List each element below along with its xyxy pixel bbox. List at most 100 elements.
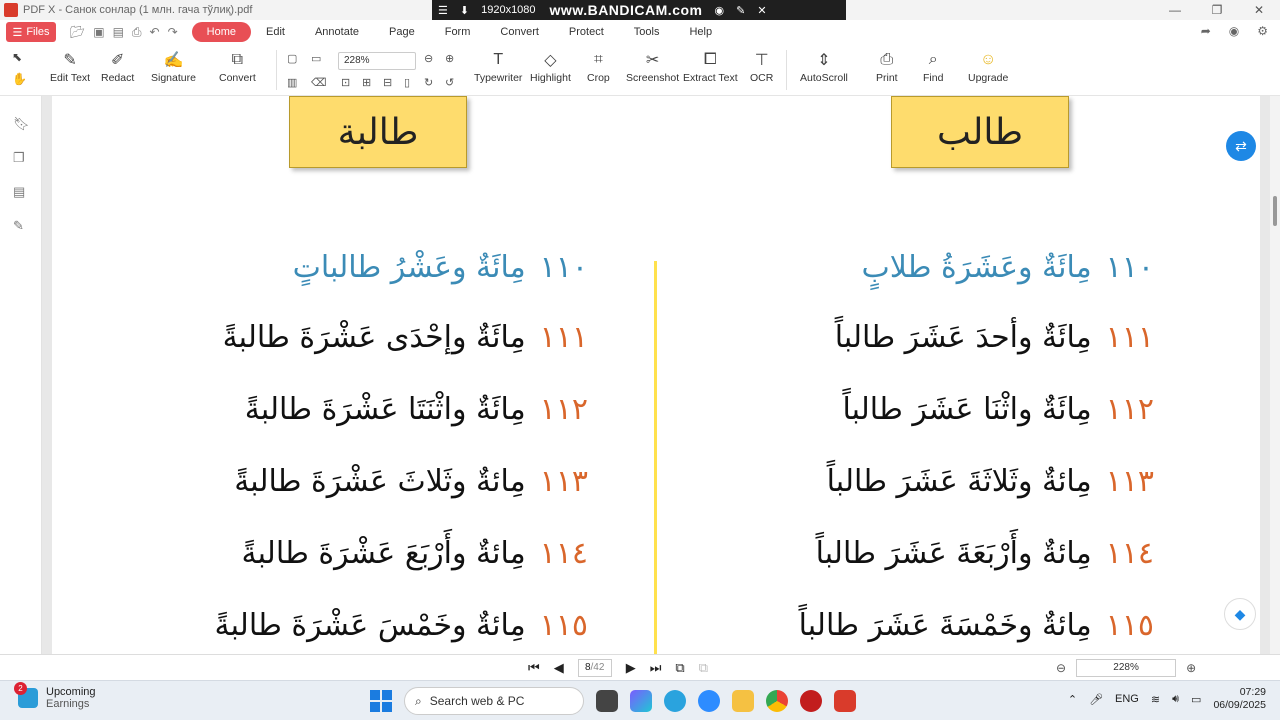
save-as-icon[interactable]: ▤ xyxy=(113,25,124,40)
fit-page-icon[interactable]: ⊞ xyxy=(362,76,371,89)
fit-width-icon[interactable]: ⊟ xyxy=(383,76,392,89)
ocr-tool[interactable]: ⊤ OCR xyxy=(750,48,773,84)
menu-form[interactable]: Form xyxy=(430,22,486,42)
recorder-close-icon[interactable]: ✕ xyxy=(757,4,766,17)
pdfx-icon[interactable] xyxy=(834,690,856,712)
single-page-icon[interactable]: ▢ xyxy=(287,52,297,65)
comments-icon[interactable]: ▤ xyxy=(13,184,25,200)
files-button[interactable]: ☰ Files xyxy=(6,22,56,42)
fit-visible-icon[interactable]: ▯ xyxy=(404,76,410,89)
undo-icon[interactable]: ↶ xyxy=(150,25,160,40)
select-icon[interactable]: ⬉ xyxy=(12,50,27,64)
find-tool[interactable]: ⌕ Find xyxy=(923,48,943,84)
settings-icon[interactable]: ⚙ xyxy=(1257,24,1268,38)
menu-page[interactable]: Page xyxy=(374,22,430,42)
translate-icon[interactable]: ⇄ xyxy=(1226,131,1256,161)
rotate-right-icon[interactable]: ↻ xyxy=(424,76,433,89)
extract-text-tool[interactable]: ⧠ Extract Text xyxy=(683,48,738,84)
telegram-icon[interactable] xyxy=(664,690,686,712)
minimize-icon[interactable]: — xyxy=(1154,0,1196,20)
left-line-112: ١١٢مِائَةٌ واثْنَتَا عَشْرَةَ طالبةً xyxy=(244,392,588,427)
next-page-icon[interactable]: ▶ xyxy=(626,660,636,676)
page-number-field[interactable]: 8/42 xyxy=(577,659,612,677)
bandicam-icon[interactable] xyxy=(800,690,822,712)
signature-tool[interactable]: ✍ Signature xyxy=(151,48,196,84)
menu-icon[interactable]: ☰ xyxy=(438,4,448,17)
convert-tool[interactable]: ⧉ Convert xyxy=(219,48,256,84)
microphone-icon[interactable]: 🎤︎ xyxy=(1089,693,1103,706)
prev-page-icon[interactable]: ◀ xyxy=(554,660,564,676)
left-sidebar: 🔖︎ ❐ ▤ ✎ ⌄ xyxy=(0,96,42,671)
trash-icon[interactable]: ⌫ xyxy=(311,76,327,89)
status-zoom-out-icon[interactable]: ⊖ xyxy=(1056,661,1066,675)
chrome-icon[interactable] xyxy=(766,690,788,712)
scroll-thumb[interactable] xyxy=(1273,196,1277,226)
wifi-icon[interactable]: ≋ xyxy=(1151,693,1160,706)
vertical-scrollbar[interactable] xyxy=(1270,96,1280,654)
menu-tools[interactable]: Tools xyxy=(619,22,675,42)
document-area[interactable]: طالبة طالب ١١٠مِائَةٌ وعَشْرُ طالباتٍ ١١… xyxy=(42,96,1270,654)
battery-icon[interactable]: ▭ xyxy=(1191,693,1201,706)
menu-protect[interactable]: Protect xyxy=(554,22,619,42)
tray-expand-icon[interactable]: ⌃ xyxy=(1068,693,1077,706)
redo-icon[interactable]: ↷ xyxy=(168,25,178,40)
bookmark-icon[interactable]: 🔖︎ xyxy=(13,116,30,132)
upgrade-tool[interactable]: ☺ Upgrade xyxy=(968,48,1008,84)
news-widget[interactable]: 2 Upcoming Earnings xyxy=(14,682,96,710)
zoom-out-icon[interactable]: ⊖ xyxy=(424,52,433,65)
widget-badge: 2 xyxy=(14,682,27,695)
actual-size-icon[interactable]: ⊡ xyxy=(341,76,350,89)
menu-convert[interactable]: Convert xyxy=(485,22,554,42)
print-tool[interactable]: ⎙ Print xyxy=(876,48,898,84)
start-icon[interactable] xyxy=(370,690,392,712)
share-icon[interactable]: ➦ xyxy=(1201,24,1211,38)
attachments-icon[interactable]: ✎ xyxy=(13,218,24,234)
print-small-icon[interactable]: ⎙ xyxy=(132,25,142,40)
language-indicator[interactable]: ENG xyxy=(1115,693,1139,705)
autoscroll-tool[interactable]: ⇕ AutoScroll xyxy=(800,48,848,84)
status-zoom-in-icon[interactable]: ⊕ xyxy=(1186,661,1196,675)
left-line-113: ١١٣مِائةٌ وثَلاثَ عَشْرَةَ طالبةً xyxy=(234,464,588,499)
first-page-icon[interactable]: ⏮ xyxy=(528,660,540,676)
redact-tool[interactable]: ✐ Redact xyxy=(101,48,134,84)
zoom-app-icon[interactable] xyxy=(698,690,720,712)
open-icon[interactable]: 📂︎ xyxy=(70,25,85,40)
save-icon[interactable]: ▣ xyxy=(93,25,104,40)
maximize-icon[interactable]: ❐ xyxy=(1196,0,1238,20)
status-zoom-field[interactable]: 228% xyxy=(1076,659,1177,677)
zoom-select[interactable]: 228% xyxy=(338,52,416,70)
menu-home[interactable]: Home xyxy=(191,22,251,42)
last-page-icon[interactable]: ⏭ xyxy=(650,660,662,676)
camera-icon[interactable]: ◉ xyxy=(714,4,724,17)
task-view-icon[interactable] xyxy=(596,690,618,712)
menu-edit[interactable]: Edit xyxy=(251,22,300,42)
crop-tool[interactable]: ⌗ Crop xyxy=(587,48,610,84)
assistant-icon[interactable]: ◆ xyxy=(1224,598,1256,630)
close-icon[interactable]: ✕ xyxy=(1238,0,1280,20)
zoom-in-icon[interactable]: ⊕ xyxy=(445,52,454,65)
pin-icon[interactable]: ⬇ xyxy=(460,4,469,17)
window-controls: — ❐ ✕ xyxy=(1154,0,1280,20)
view-icon[interactable]: ◉ xyxy=(1229,24,1239,38)
hand-icon[interactable]: ✋ xyxy=(12,72,27,86)
copilot-icon[interactable] xyxy=(630,690,652,712)
right-line-114: ١١٤مِائةٌ وأَرْبَعَةَ عَشَرَ طالباً xyxy=(815,536,1154,571)
pages-icon[interactable]: ❐ xyxy=(13,150,25,166)
layout-icon[interactable]: ▥ xyxy=(287,76,297,89)
menu-annotate[interactable]: Annotate xyxy=(300,22,374,42)
go-back-icon[interactable]: ⧉ xyxy=(675,660,684,676)
rotate-left-icon[interactable]: ↺ xyxy=(445,76,454,89)
taskbar-search[interactable]: ⌕ Search web & PC xyxy=(404,687,584,715)
screenshot-tool[interactable]: ✂ Screenshot xyxy=(626,48,679,84)
highlight-tool[interactable]: ◇ Highlight xyxy=(530,48,571,84)
pen-icon[interactable]: ✎ xyxy=(736,4,745,17)
menu-bar: ☰ Files 📂︎ ▣ ▤ ⎙ ↶ ↷ Home Edit Annotate … xyxy=(0,20,1280,44)
typewriter-tool[interactable]: T Typewriter xyxy=(474,48,522,84)
menu-help[interactable]: Help xyxy=(674,22,727,42)
edit-text-tool[interactable]: ✎ Edit Text xyxy=(50,48,90,84)
file-explorer-icon[interactable] xyxy=(732,690,754,712)
volume-icon[interactable]: 🔊︎ xyxy=(1172,693,1179,706)
clock[interactable]: 07:29 06/09/2025 xyxy=(1213,686,1266,712)
go-forward-icon[interactable]: ⧉ xyxy=(699,660,708,676)
two-page-icon[interactable]: ▭ xyxy=(311,52,321,65)
